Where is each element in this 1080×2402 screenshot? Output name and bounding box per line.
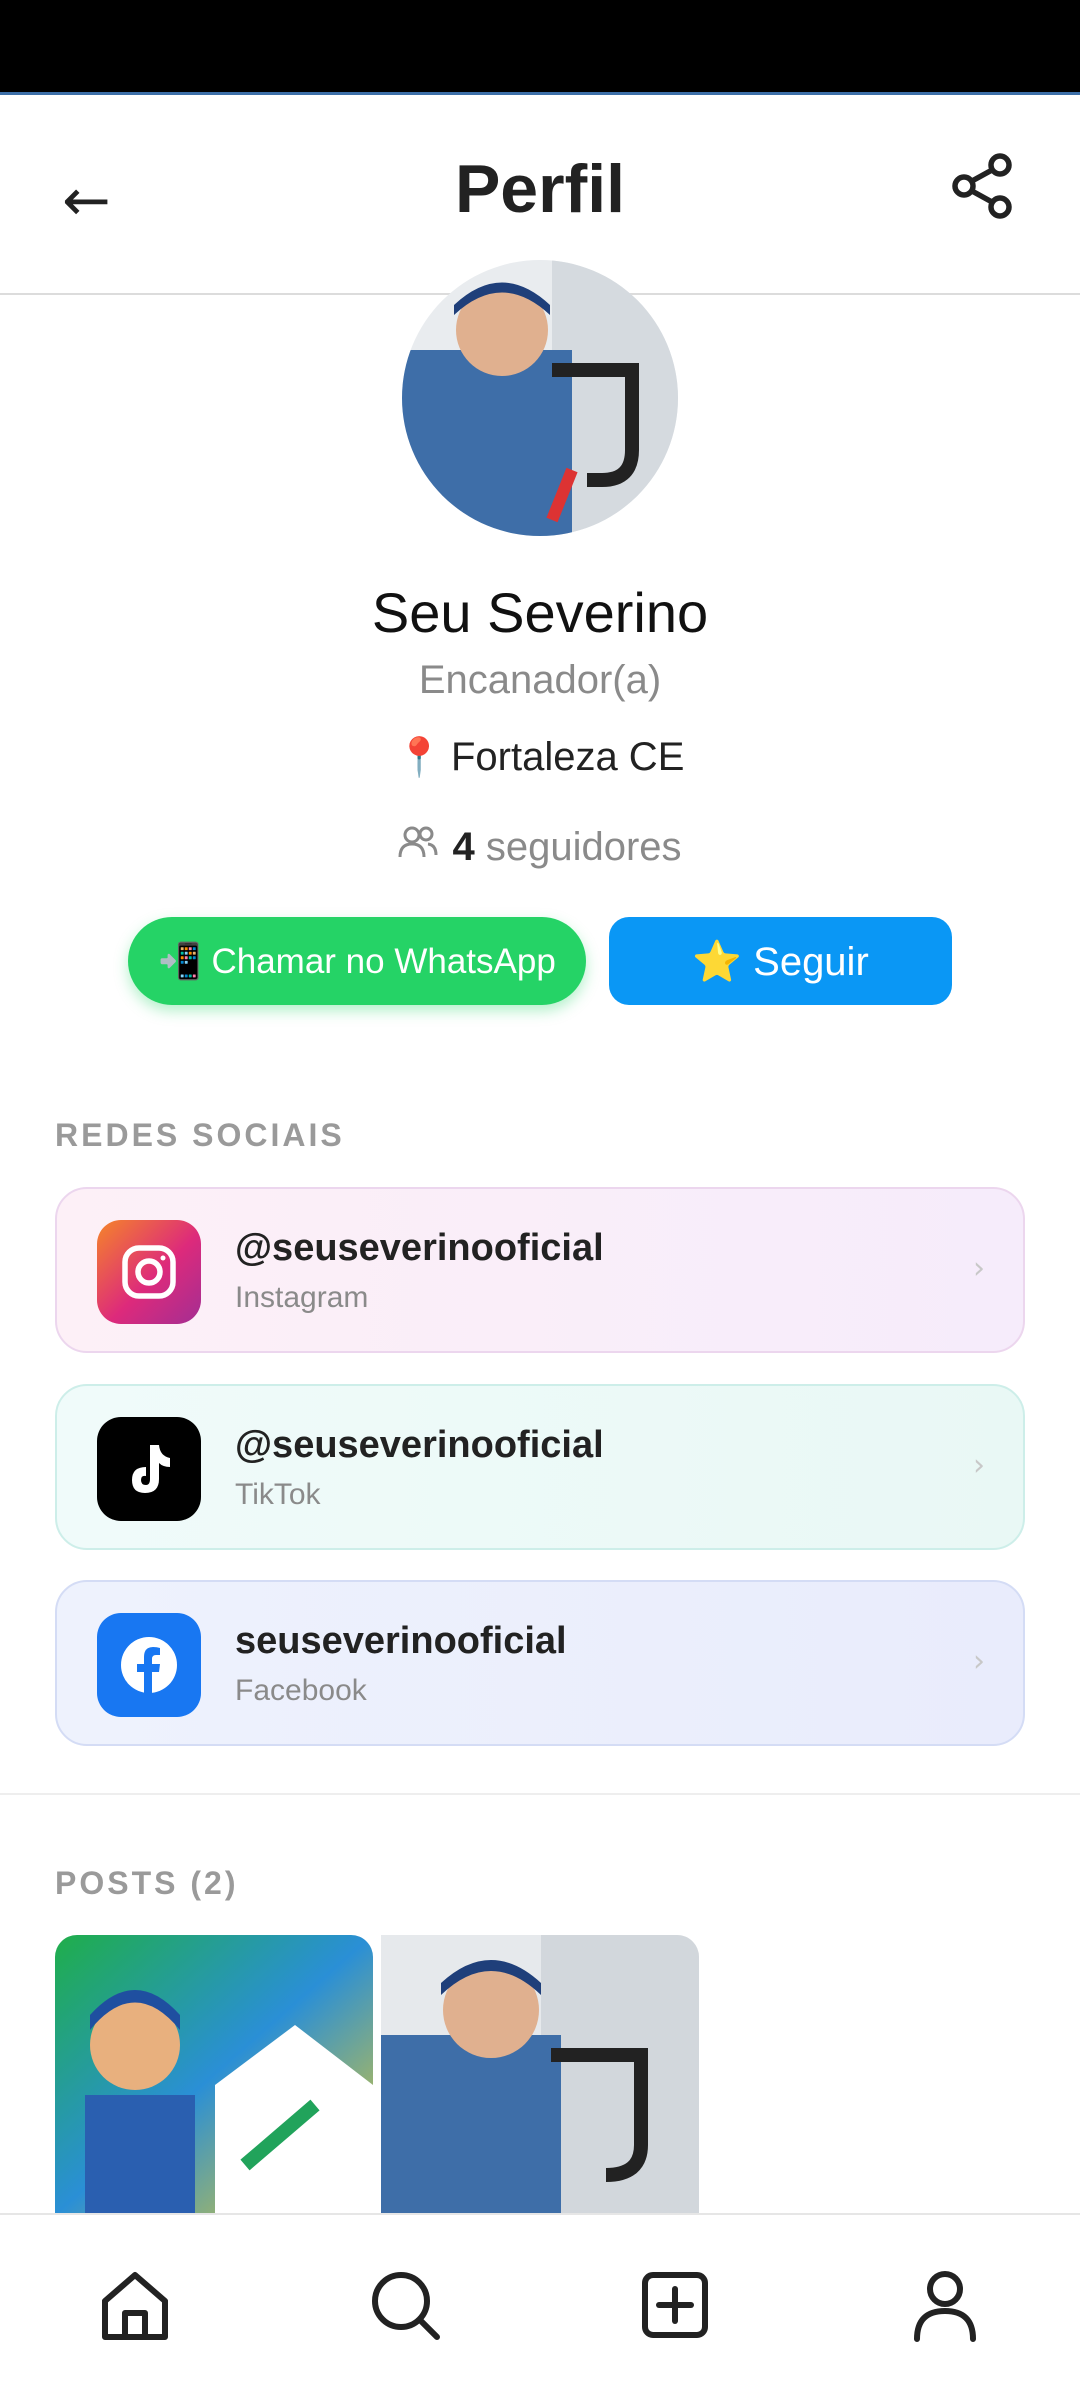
chevron-right-icon: › [973, 1251, 985, 1286]
social-card-tiktok[interactable]: @seuseverinooficial TikTok › [55, 1384, 1025, 1550]
users-icon [398, 824, 438, 870]
whatsapp-button[interactable]: 📲 Chamar no WhatsApp [128, 917, 586, 1005]
profile-name: Seu Severino [371, 581, 709, 644]
chevron-right-icon: › [973, 1644, 985, 1679]
profile-role: Encanador(a) [418, 658, 662, 702]
share-icon[interactable] [948, 151, 1018, 221]
profile-icon[interactable] [905, 2265, 985, 2345]
avatar [402, 260, 678, 536]
followers-label: seguidores [485, 824, 682, 869]
social-platform: Facebook [235, 1674, 367, 1707]
location-text: Fortaleza CE [450, 735, 685, 779]
page-title: Perfil [454, 151, 626, 227]
add-post-icon[interactable] [635, 2265, 715, 2345]
divider [0, 1793, 1080, 1795]
home-icon[interactable] [95, 2265, 175, 2345]
social-platform: TikTok [235, 1478, 321, 1511]
social-section-label: REDES SOCIAIS [55, 1117, 345, 1153]
search-icon[interactable] [365, 2265, 445, 2345]
location-pin-icon: 📍 [395, 737, 443, 779]
social-card-facebook[interactable]: seuseverinooficial Facebook › [55, 1580, 1025, 1746]
status-bar [0, 0, 1080, 95]
followers: 4 seguidores [0, 824, 1080, 870]
chevron-right-icon: › [973, 1448, 985, 1483]
location: 📍 Fortaleza CE [0, 735, 1080, 780]
social-card-instagram[interactable]: @seuseverinooficial Instagram › [55, 1187, 1025, 1353]
post-thumbnail[interactable] [55, 1935, 373, 2215]
bottom-nav [0, 2213, 1080, 2402]
instagram-icon [97, 1220, 201, 1324]
posts-section-label: POSTS (2) [55, 1865, 239, 1901]
social-handle: seuseverinooficial [235, 1620, 567, 1662]
followers-count: 4 [452, 824, 475, 869]
post-thumbnail[interactable] [381, 1935, 699, 2215]
facebook-icon [97, 1613, 201, 1717]
social-platform: Instagram [235, 1281, 369, 1314]
social-handle: @seuseverinooficial [235, 1227, 604, 1269]
social-handle: @seuseverinooficial [235, 1424, 604, 1466]
follow-button[interactable]: ⭐ Seguir [609, 917, 952, 1005]
tiktok-icon [97, 1417, 201, 1521]
